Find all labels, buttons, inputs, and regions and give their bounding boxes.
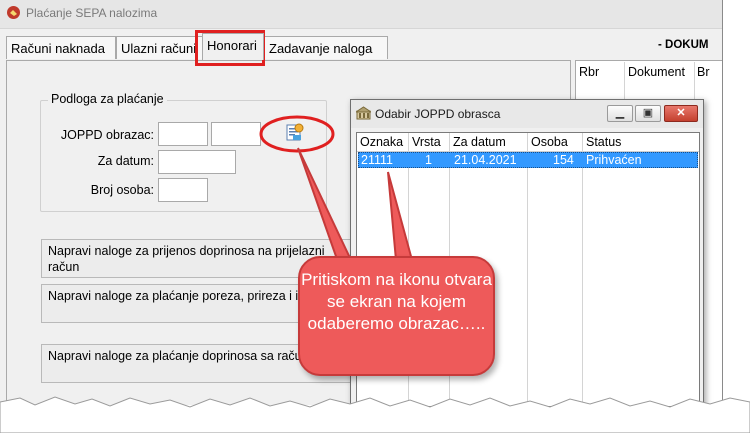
tab-honorari[interactable]: Honorari	[202, 33, 264, 60]
icon-highlight-ellipse	[259, 115, 335, 153]
torn-edge	[0, 396, 750, 433]
callout-text: Pritiskom na ikonu otvara se ekran na ko…	[301, 270, 492, 333]
callout-pointer-icon	[297, 147, 352, 264]
annotation-callout: Pritiskom na ikonu otvara se ekran na ko…	[298, 256, 495, 376]
callout-pointer-row	[387, 171, 414, 261]
